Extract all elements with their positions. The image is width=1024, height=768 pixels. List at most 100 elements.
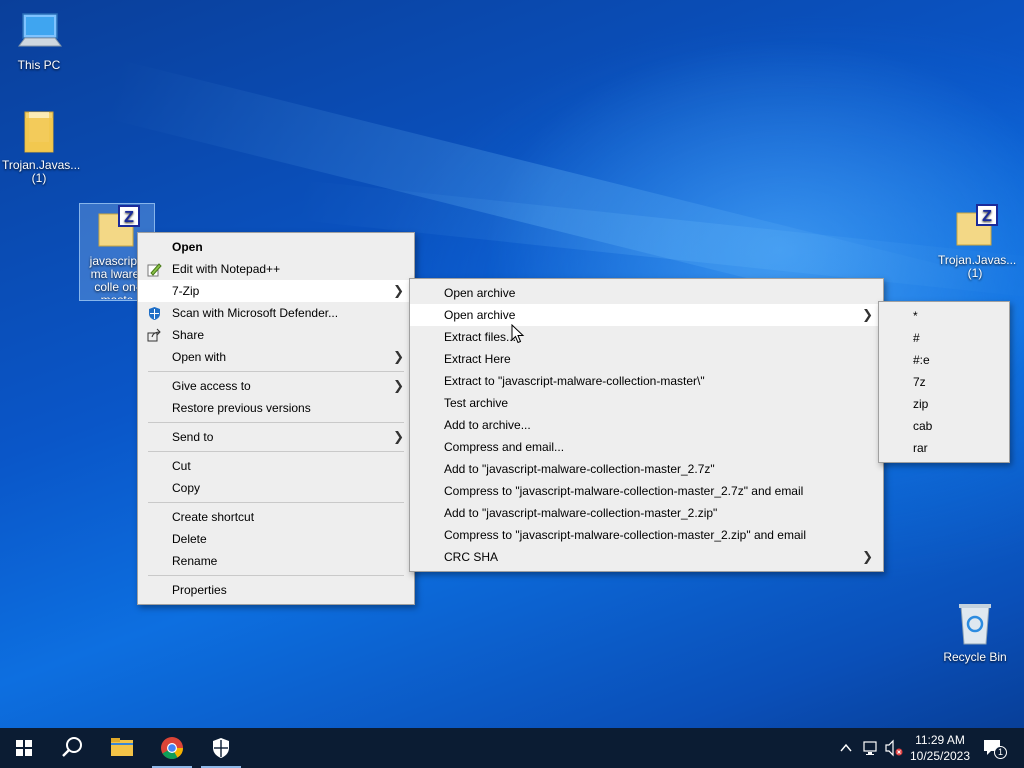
menu-item-label: Rename (172, 554, 218, 568)
menu-item-label: Open archive (444, 308, 516, 322)
svg-text:Z: Z (124, 209, 134, 226)
menu-item-label: Share (172, 328, 205, 342)
menu-separator (148, 502, 404, 503)
menu-item-rename[interactable]: Rename (138, 550, 414, 572)
search-button[interactable] (48, 728, 96, 768)
menu-item-label: * (913, 309, 918, 323)
chrome-icon (161, 737, 183, 759)
menu-separator (148, 451, 404, 452)
format-item-cab[interactable]: cab (879, 415, 1009, 437)
format-item-7z[interactable]: 7z (879, 371, 1009, 393)
mouse-cursor-icon (511, 323, 525, 344)
menu-item-label: Cut (172, 459, 191, 473)
7zip-archive-icon: Z (951, 203, 999, 251)
format-item-hash-e[interactable]: #:e (879, 349, 1009, 371)
desktop-icon-trojan-folder[interactable]: Trojan.Javas... (1) (0, 108, 80, 185)
zip-item-compress-7z-email[interactable]: Compress to "javascript-malware-collecti… (410, 480, 883, 502)
menu-item-label: #:e (913, 353, 930, 367)
menu-item-cut[interactable]: Cut (138, 455, 414, 477)
chevron-right-icon: ❯ (862, 549, 873, 564)
clock-time: 11:29 AM (915, 733, 965, 747)
zip-item-compress-zip-email[interactable]: Compress to "javascript-malware-collecti… (410, 524, 883, 546)
menu-item-label: Extract files... (444, 330, 517, 344)
menu-separator (148, 575, 404, 576)
format-item-hash[interactable]: # (879, 327, 1009, 349)
menu-item-label: # (913, 331, 920, 345)
taskbar: 11:29 AM 10/25/2023 1 (0, 728, 1024, 768)
windows-start-icon (16, 740, 32, 756)
menu-item-label: Open (172, 240, 203, 254)
open-archive-format-submenu: * # #:e 7z zip cab rar (878, 301, 1010, 463)
notifications-button[interactable]: 1 (982, 738, 1008, 760)
menu-separator (148, 422, 404, 423)
zip-item-test-archive[interactable]: Test archive (410, 392, 883, 414)
zip-item-add-to-archive[interactable]: Add to archive... (410, 414, 883, 436)
folder-icon (15, 108, 63, 156)
zip-item-crc-sha[interactable]: CRC SHA ❯ (410, 546, 883, 568)
menu-item-label: Scan with Microsoft Defender... (172, 306, 339, 320)
menu-item-give-access[interactable]: Give access to ❯ (138, 375, 414, 397)
network-button[interactable] (862, 739, 880, 757)
menu-item-restore-versions[interactable]: Restore previous versions (138, 397, 414, 419)
share-icon (147, 328, 162, 343)
menu-item-create-shortcut[interactable]: Create shortcut (138, 506, 414, 528)
network-icon (863, 741, 877, 755)
show-hidden-icons-button[interactable] (838, 740, 854, 756)
zip-item-extract-here[interactable]: Extract Here (410, 348, 883, 370)
svg-text:Z: Z (982, 208, 992, 225)
menu-item-label: 7z (913, 375, 926, 389)
menu-item-label: Copy (172, 481, 201, 495)
chevron-right-icon: ❯ (393, 378, 404, 393)
menu-item-properties[interactable]: Properties (138, 579, 414, 601)
desktop-icon-trojan-archive[interactable]: Z Trojan.Javas... (1) (936, 203, 1017, 280)
zip-item-open-archive-submenu[interactable]: Open archive ❯ (410, 304, 883, 326)
zip-item-extract-files[interactable]: Extract files... (410, 326, 883, 348)
zip-item-compress-email[interactable]: Compress and email... (410, 436, 883, 458)
start-button[interactable] (0, 728, 48, 768)
menu-item-send-to[interactable]: Send to ❯ (138, 426, 414, 448)
zip-item-add-zip[interactable]: Add to "javascript-malware-collection-ma… (410, 502, 883, 524)
clock-date: 10/25/2023 (909, 749, 971, 763)
search-icon (62, 737, 82, 757)
menu-item-7zip[interactable]: 7-Zip ❯ (138, 280, 414, 302)
computer-icon (15, 8, 63, 56)
7zip-archive-icon: Z (93, 204, 141, 252)
format-item-rar[interactable]: rar (879, 437, 1009, 459)
menu-item-label: rar (913, 441, 928, 455)
format-item-any[interactable]: * (879, 305, 1009, 327)
menu-item-label: Create shortcut (172, 510, 255, 524)
context-menu: Open Edit with Notepad++ 7-Zip ❯ Scan wi… (137, 232, 415, 605)
menu-item-open[interactable]: Open (138, 236, 414, 258)
7zip-submenu: Open archive Open archive ❯ Extract file… (409, 278, 884, 572)
menu-item-label: Add to archive... (444, 418, 531, 432)
menu-item-delete[interactable]: Delete (138, 528, 414, 550)
zip-item-open-archive[interactable]: Open archive (410, 282, 883, 304)
menu-item-open-with[interactable]: Open with ❯ (138, 346, 414, 368)
menu-item-label: Delete (172, 532, 207, 546)
clock[interactable]: 11:29 AM 10/25/2023 (906, 732, 974, 766)
menu-item-label: Compress to "javascript-malware-collecti… (444, 528, 806, 542)
menu-item-label: Give access to (172, 379, 251, 393)
chevron-right-icon: ❯ (393, 283, 404, 298)
notification-count-badge: 1 (994, 746, 1007, 759)
desktop-icon-recycle-bin[interactable]: Recycle Bin (936, 600, 1014, 664)
desktop-icon-this-pc[interactable]: This PC (0, 8, 78, 72)
volume-button[interactable] (884, 739, 904, 757)
zip-item-add-7z[interactable]: Add to "javascript-malware-collection-ma… (410, 458, 883, 480)
desktop-icon-label: Recycle Bin (943, 650, 1007, 664)
menu-item-label: Extract Here (444, 352, 511, 366)
menu-item-share[interactable]: Share (138, 324, 414, 346)
menu-item-label: Test archive (444, 396, 509, 410)
menu-item-label: Add to "javascript-malware-collection-ma… (444, 506, 718, 520)
file-explorer-button[interactable] (98, 728, 146, 768)
menu-item-scan-defender[interactable]: Scan with Microsoft Defender... (138, 302, 414, 324)
chrome-button[interactable] (148, 728, 196, 768)
menu-item-label: Edit with Notepad++ (172, 262, 281, 276)
desktop-icon-label: Trojan.Javas... (1) (938, 253, 1017, 280)
format-item-zip[interactable]: zip (879, 393, 1009, 415)
menu-item-copy[interactable]: Copy (138, 477, 414, 499)
menu-item-label: Extract to "javascript-malware-collectio… (444, 374, 705, 388)
windows-security-button[interactable] (197, 728, 245, 768)
zip-item-extract-to[interactable]: Extract to "javascript-malware-collectio… (410, 370, 883, 392)
menu-item-edit-notepadpp[interactable]: Edit with Notepad++ (138, 258, 414, 280)
